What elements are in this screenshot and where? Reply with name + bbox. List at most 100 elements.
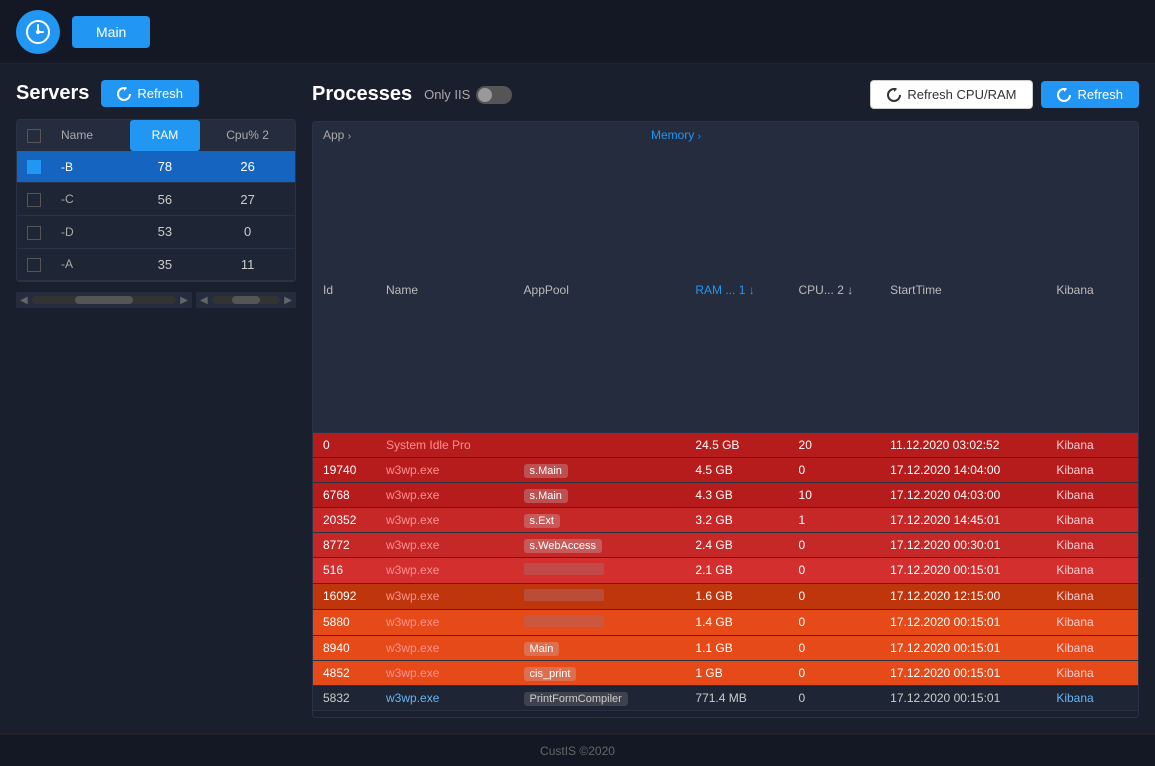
proc-name-link[interactable]: w3wp.exe: [386, 513, 439, 527]
server-row[interactable]: -D 53 0: [17, 215, 295, 248]
proc-apppool: s.WebAccess: [514, 532, 686, 557]
col-header-cpu[interactable]: CPU... 2: [789, 148, 881, 432]
proc-kibana[interactable]: Kibana: [1046, 635, 1138, 660]
kibana-link[interactable]: Kibana: [1056, 615, 1093, 629]
process-row[interactable]: 6768 w3wp.exe s.Main 4.3 GB 10 17.12.202…: [313, 482, 1138, 507]
proc-kibana[interactable]: Kibana: [1046, 507, 1138, 532]
apppool-badge: s.WebAccess: [524, 539, 602, 553]
proc-kibana[interactable]: Kibana: [1046, 609, 1138, 635]
col-header-name[interactable]: Name: [376, 148, 514, 432]
process-row[interactable]: 5880 w3wp.exe 1.4 GB 0 17.12.2020 00:15:…: [313, 609, 1138, 635]
server-row[interactable]: -B 78 26: [17, 151, 295, 183]
process-row[interactable]: 516 w3wp.exe 2.1 GB 0 17.12.2020 00:15:0…: [313, 557, 1138, 583]
proc-name[interactable]: w3wp.exe: [376, 635, 514, 660]
scroll-right2-icon[interactable]: ▶: [284, 295, 292, 306]
proc-kibana[interactable]: Kibana: [1046, 457, 1138, 482]
proc-name[interactable]: w3wp.exe: [376, 685, 514, 710]
server-checkbox[interactable]: [27, 226, 41, 240]
scroll-left2-icon[interactable]: ◀: [200, 295, 208, 306]
server-checkbox[interactable]: [27, 193, 41, 207]
process-row[interactable]: 1684 aspnet_state.ex 469.1 MB 0 11.12.20…: [313, 710, 1138, 717]
kibana-link[interactable]: Kibana: [1056, 463, 1093, 477]
process-row[interactable]: 16092 w3wp.exe 1.6 GB 0 17.12.2020 12:15…: [313, 583, 1138, 609]
servers-scrollbar-h2[interactable]: ◀ ▶: [196, 292, 296, 308]
proc-name-link[interactable]: w3wp.exe: [386, 563, 439, 577]
col-header-apppool[interactable]: AppPool: [514, 148, 686, 432]
group-header-memory[interactable]: Memory ›: [651, 128, 830, 142]
tab-main[interactable]: Main: [72, 16, 150, 48]
only-iis-toggle[interactable]: [476, 86, 512, 104]
proc-name[interactable]: System Idle Pro: [376, 433, 514, 458]
proc-name[interactable]: w3wp.exe: [376, 583, 514, 609]
proc-name-link[interactable]: w3wp.exe: [386, 691, 439, 705]
proc-name[interactable]: w3wp.exe: [376, 457, 514, 482]
process-row[interactable]: 19740 w3wp.exe s.Main 4.5 GB 0 17.12.202…: [313, 457, 1138, 482]
proc-kibana[interactable]: Kibana: [1046, 557, 1138, 583]
proc-name[interactable]: aspnet_state.ex: [376, 710, 514, 717]
proc-name[interactable]: w3wp.exe: [376, 609, 514, 635]
proc-name-link[interactable]: w3wp.exe: [386, 641, 439, 655]
process-row[interactable]: 8772 w3wp.exe s.WebAccess 2.4 GB 0 17.12…: [313, 532, 1138, 557]
processes-refresh-button[interactable]: Refresh: [1041, 81, 1139, 108]
server-row-check[interactable]: [17, 248, 51, 281]
kibana-link[interactable]: Kibana: [1056, 488, 1093, 502]
proc-name-link[interactable]: aspnet_state.ex: [386, 716, 471, 717]
kibana-link[interactable]: Kibana: [1056, 538, 1093, 552]
servers-scrollbar-h[interactable]: ◀ ▶: [16, 292, 192, 308]
server-row-check[interactable]: [17, 183, 51, 216]
kibana-link[interactable]: Kibana: [1056, 641, 1093, 655]
proc-name-link[interactable]: w3wp.exe: [386, 615, 439, 629]
select-all-checkbox[interactable]: [27, 129, 41, 143]
proc-name-link[interactable]: w3wp.exe: [386, 488, 439, 502]
col-header-id[interactable]: Id: [313, 148, 376, 432]
kibana-link[interactable]: Kibana: [1056, 691, 1093, 705]
proc-kibana[interactable]: Kibana: [1046, 710, 1138, 717]
process-row[interactable]: 20352 w3wp.exe s.Ext 3.2 GB 1 17.12.2020…: [313, 507, 1138, 532]
server-checkbox[interactable]: [27, 160, 41, 174]
group-header-app[interactable]: App ›: [323, 128, 651, 142]
proc-name[interactable]: w3wp.exe: [376, 660, 514, 685]
proc-kibana[interactable]: Kibana: [1046, 482, 1138, 507]
col-header-start[interactable]: StartTime: [880, 148, 1046, 432]
proc-kibana[interactable]: Kibana: [1046, 532, 1138, 557]
server-row[interactable]: -C 56 27: [17, 183, 295, 216]
scroll-left-icon[interactable]: ◀: [20, 295, 28, 306]
server-row-check[interactable]: [17, 215, 51, 248]
scroll-right-icon[interactable]: ▶: [180, 295, 188, 306]
refresh-cpu-ram-button[interactable]: Refresh CPU/RAM: [870, 80, 1033, 109]
kibana-link[interactable]: Kibana: [1056, 438, 1093, 452]
proc-kibana[interactable]: Kibana: [1046, 583, 1138, 609]
col-header-kibana[interactable]: Kibana: [1046, 148, 1138, 432]
proc-kibana[interactable]: Kibana: [1046, 433, 1138, 458]
kibana-link[interactable]: Kibana: [1056, 589, 1093, 603]
process-row[interactable]: 5832 w3wp.exe PrintFormCompiler 771.4 MB…: [313, 685, 1138, 710]
process-row[interactable]: 0 System Idle Pro 24.5 GB 20 11.12.2020 …: [313, 433, 1138, 458]
proc-name[interactable]: w3wp.exe: [376, 557, 514, 583]
proc-id: 19740: [313, 457, 376, 482]
process-row[interactable]: 8940 w3wp.exe Main 1.1 GB 0 17.12.2020 0…: [313, 635, 1138, 660]
proc-name[interactable]: w3wp.exe: [376, 482, 514, 507]
kibana-link[interactable]: Kibana: [1056, 716, 1093, 717]
kibana-link[interactable]: Kibana: [1056, 666, 1093, 680]
proc-name-link[interactable]: System Idle Pro: [386, 438, 471, 452]
proc-name-link[interactable]: w3wp.exe: [386, 463, 439, 477]
servers-panel: Servers Refresh Name R: [16, 80, 296, 718]
proc-name-link[interactable]: w3wp.exe: [386, 538, 439, 552]
col-header-ram[interactable]: RAM ... 1: [685, 148, 788, 432]
proc-kibana[interactable]: Kibana: [1046, 660, 1138, 685]
server-checkbox[interactable]: [27, 258, 41, 272]
kibana-link[interactable]: Kibana: [1056, 513, 1093, 527]
proc-name[interactable]: w3wp.exe: [376, 532, 514, 557]
process-table-scroll[interactable]: 0 System Idle Pro 24.5 GB 20 11.12.2020 …: [313, 433, 1138, 717]
proc-name-link[interactable]: w3wp.exe: [386, 666, 439, 680]
proc-name-link[interactable]: w3wp.exe: [386, 589, 439, 603]
proc-cpu: 0: [789, 609, 881, 635]
kibana-link[interactable]: Kibana: [1056, 563, 1093, 577]
server-row-check[interactable]: [17, 151, 51, 183]
proc-name[interactable]: w3wp.exe: [376, 507, 514, 532]
servers-refresh-button[interactable]: Refresh: [101, 80, 199, 107]
proc-kibana[interactable]: Kibana: [1046, 685, 1138, 710]
servers-col-ram[interactable]: RAM: [130, 120, 201, 151]
server-row[interactable]: -A 35 11: [17, 248, 295, 281]
process-row[interactable]: 4852 w3wp.exe cis_print 1 GB 0 17.12.202…: [313, 660, 1138, 685]
